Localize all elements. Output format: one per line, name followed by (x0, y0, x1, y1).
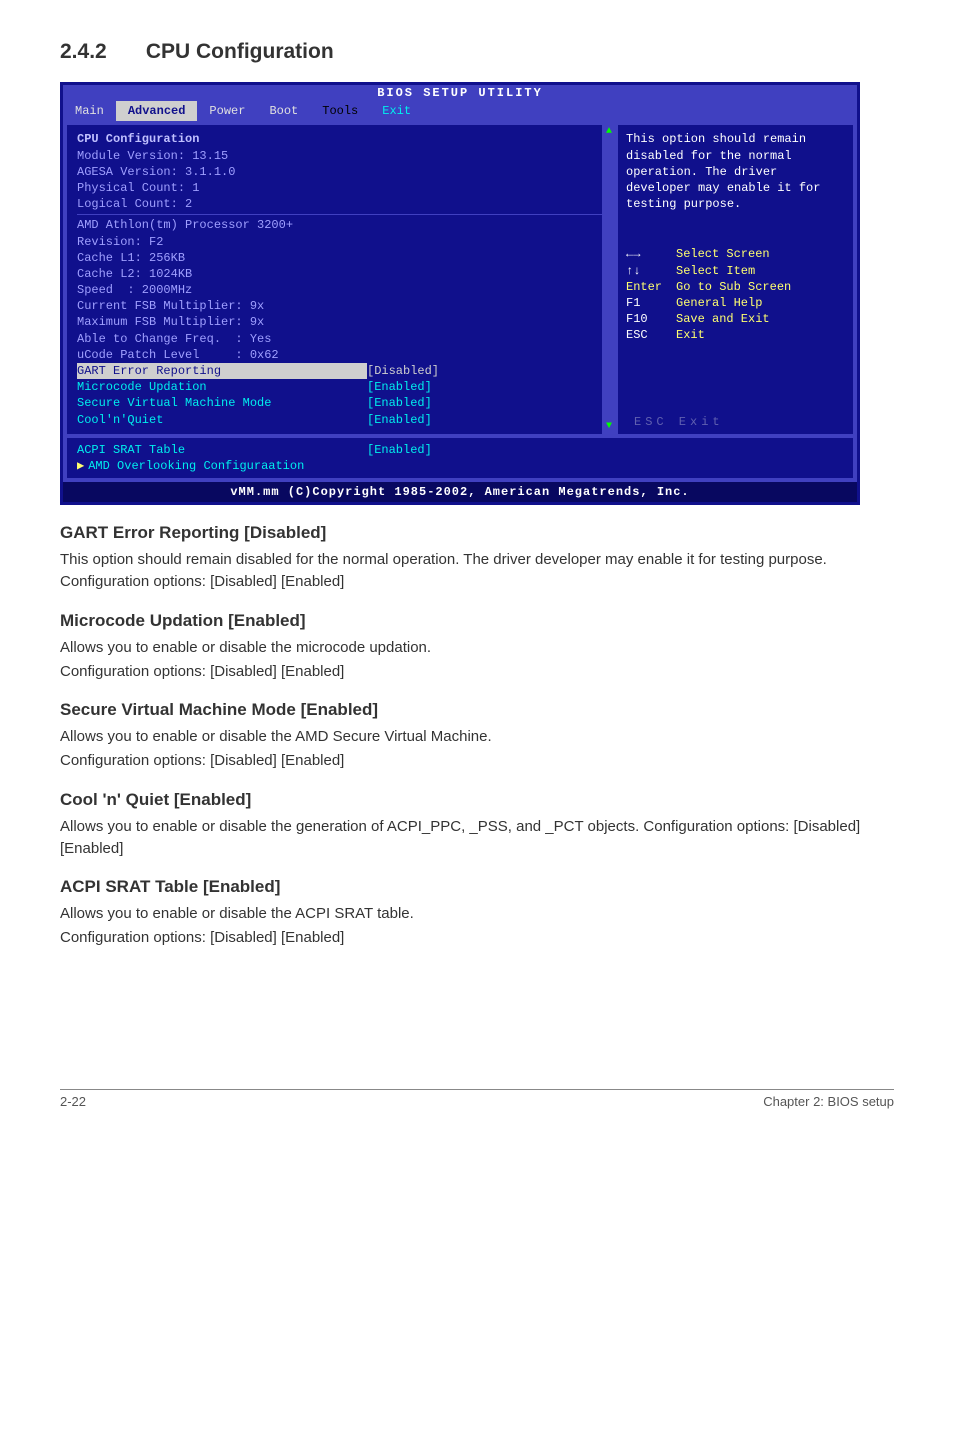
field-srat-label: ACPI SRAT Table (77, 442, 367, 458)
page-heading: 2.4.2 CPU Configuration (60, 40, 894, 64)
submenu-amd-overlooking[interactable]: ▶ AMD Overlooking Configuraation (77, 458, 843, 474)
field-gart-label: GART Error Reporting (77, 363, 367, 379)
bios-left-pane: CPU Configuration Module Version: 13.15 … (67, 125, 614, 433)
text-gart: This option should remain disabled for t… (60, 549, 894, 593)
bios-copyright: vMM.mm (C)Copyright 1985-2002, American … (63, 482, 857, 502)
scroll-down-icon[interactable]: ▼ (606, 420, 612, 434)
info-line: Cache L1: 256KB (77, 250, 604, 266)
field-microcode[interactable]: Microcode Updation [Enabled] (77, 379, 604, 395)
tab-tools[interactable]: Tools (310, 101, 370, 121)
text-microcode-2: Configuration options: [Disabled] [Enabl… (60, 661, 894, 683)
field-cool[interactable]: Cool'n'Quiet [Enabled] (77, 412, 604, 428)
info-line: Cache L2: 1024KB (77, 266, 604, 282)
tab-boot[interactable]: Boot (257, 101, 310, 121)
subhead-microcode: Microcode Updation [Enabled] (60, 611, 894, 631)
text-microcode-1: Allows you to enable or disable the micr… (60, 637, 894, 659)
info-line: Able to Change Freq. : Yes (77, 331, 604, 347)
subhead-svm: Secure Virtual Machine Mode [Enabled] (60, 700, 894, 720)
text-srat-1: Allows you to enable or disable the ACPI… (60, 903, 894, 925)
legend-f1: F1General Help (626, 295, 845, 311)
tab-power[interactable]: Power (197, 101, 257, 121)
bios-lower-pane: ACPI SRAT Table [Enabled] ▶ AMD Overlooki… (63, 438, 857, 482)
triangle-icon: ▶ (77, 459, 84, 473)
bios-window: BIOS SETUP UTILITY Main Advanced Power B… (60, 82, 860, 505)
info-line: Physical Count: 1 (77, 180, 604, 196)
legend-select-item: ↑↓Select Item (626, 263, 845, 279)
text-svm-2: Configuration options: [Disabled] [Enabl… (60, 750, 894, 772)
field-svm[interactable]: Secure Virtual Machine Mode [Enabled] (77, 395, 604, 411)
heading-number: 2.4.2 (60, 40, 140, 64)
cpu-config-header: CPU Configuration (77, 131, 604, 147)
subhead-cool: Cool 'n' Quiet [Enabled] (60, 790, 894, 810)
info-line: Speed : 2000MHz (77, 282, 604, 298)
chapter-label: Chapter 2: BIOS setup (763, 1094, 894, 1109)
info-line: AMD Athlon(tm) Processor 3200+ (77, 217, 604, 233)
field-svm-label: Secure Virtual Machine Mode (77, 395, 367, 411)
scroll-up-icon[interactable]: ▲ (606, 125, 612, 139)
legend-f10: F10Save and Exit (626, 311, 845, 327)
info-line: Current FSB Multiplier: 9x (77, 298, 604, 314)
info-line: Module Version: 13.15 (77, 148, 604, 164)
field-cool-value: [Enabled] (367, 412, 432, 428)
subhead-srat: ACPI SRAT Table [Enabled] (60, 877, 894, 897)
text-svm-1: Allows you to enable or disable the AMD … (60, 726, 894, 748)
submenu-amd-label: AMD Overlooking Configuraation (88, 459, 304, 473)
legend-esc: ESCExit (626, 327, 845, 343)
tab-advanced[interactable]: Advanced (116, 101, 198, 121)
legend-select-screen: ←→Select Screen (626, 246, 845, 262)
subhead-gart: GART Error Reporting [Disabled] (60, 523, 894, 543)
heading-title: CPU Configuration (146, 40, 334, 63)
info-line: Logical Count: 2 (77, 196, 604, 212)
info-line: AGESA Version: 3.1.1.0 (77, 164, 604, 180)
field-microcode-value: [Enabled] (367, 379, 432, 395)
page-footer: 2-22 Chapter 2: BIOS setup (60, 1089, 894, 1109)
divider (77, 214, 604, 215)
info-line: uCode Patch Level : 0x62 (77, 347, 604, 363)
bios-help-pane: This option should remain disabled for t… (618, 125, 853, 433)
page-number: 2-22 (60, 1094, 86, 1109)
bios-title: BIOS SETUP UTILITY (63, 85, 857, 101)
field-gart[interactable]: GART Error Reporting [Disabled] (77, 363, 604, 379)
ghost-exit: ESC Exit (634, 414, 724, 430)
legend-enter: EnterGo to Sub Screen (626, 279, 845, 295)
help-text: This option should remain disabled for t… (626, 131, 845, 212)
tab-main[interactable]: Main (63, 101, 116, 121)
tab-exit[interactable]: Exit (370, 101, 423, 121)
field-microcode-label: Microcode Updation (77, 379, 367, 395)
field-svm-value: [Enabled] (367, 395, 432, 411)
scrollbar[interactable]: ▲ ▼ (602, 125, 614, 433)
text-srat-2: Configuration options: [Disabled] [Enabl… (60, 927, 894, 949)
text-cool: Allows you to enable or disable the gene… (60, 816, 894, 860)
bios-tabs: Main Advanced Power Boot Tools Exit (63, 101, 857, 121)
info-line: Revision: F2 (77, 234, 604, 250)
field-srat[interactable]: ACPI SRAT Table [Enabled] (77, 442, 843, 458)
info-line: Maximum FSB Multiplier: 9x (77, 314, 604, 330)
field-srat-value: [Enabled] (367, 442, 432, 458)
field-cool-label: Cool'n'Quiet (77, 412, 367, 428)
field-gart-value: [Disabled] (367, 363, 439, 379)
